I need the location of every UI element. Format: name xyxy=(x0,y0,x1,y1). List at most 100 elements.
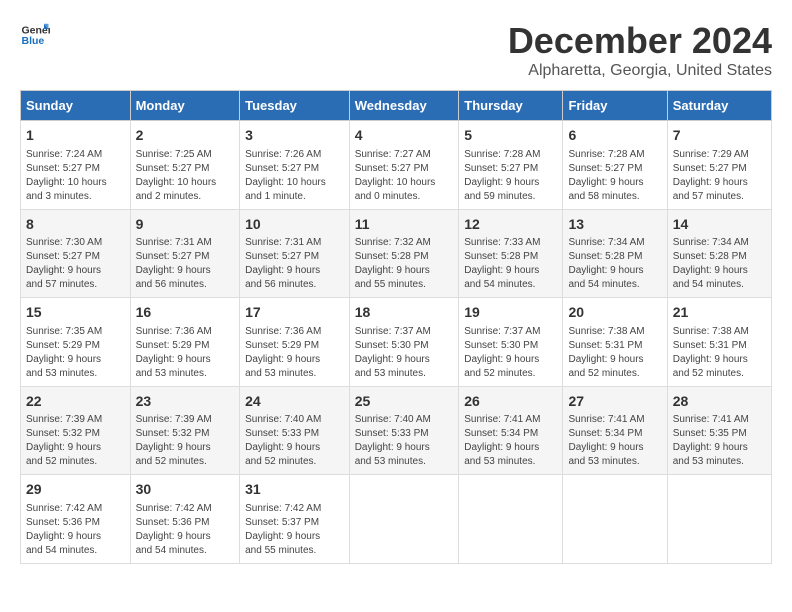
title-area: December 2024 Alpharetta, Georgia, Unite… xyxy=(508,20,772,80)
calendar-header-row: SundayMondayTuesdayWednesdayThursdayFrid… xyxy=(21,91,772,121)
day-number: 3 xyxy=(245,126,344,146)
calendar-cell: 27Sunrise: 7:41 AM Sunset: 5:34 PM Dayli… xyxy=(563,386,667,475)
calendar-cell: 7Sunrise: 7:29 AM Sunset: 5:27 PM Daylig… xyxy=(667,121,771,210)
calendar-cell xyxy=(459,475,563,564)
calendar-body: 1Sunrise: 7:24 AM Sunset: 5:27 PM Daylig… xyxy=(21,121,772,564)
calendar-cell: 6Sunrise: 7:28 AM Sunset: 5:27 PM Daylig… xyxy=(563,121,667,210)
day-number: 28 xyxy=(673,392,766,412)
calendar-cell: 28Sunrise: 7:41 AM Sunset: 5:35 PM Dayli… xyxy=(667,386,771,475)
day-number: 7 xyxy=(673,126,766,146)
day-info: Sunrise: 7:31 AM Sunset: 5:27 PM Dayligh… xyxy=(136,236,235,292)
calendar-cell: 29Sunrise: 7:42 AM Sunset: 5:36 PM Dayli… xyxy=(21,475,131,564)
day-number: 4 xyxy=(355,126,454,146)
day-number: 8 xyxy=(26,215,125,235)
week-row-4: 22Sunrise: 7:39 AM Sunset: 5:32 PM Dayli… xyxy=(21,386,772,475)
calendar-cell xyxy=(667,475,771,564)
day-number: 29 xyxy=(26,480,125,500)
calendar-cell: 3Sunrise: 7:26 AM Sunset: 5:27 PM Daylig… xyxy=(240,121,350,210)
day-header-sunday: Sunday xyxy=(21,91,131,121)
week-row-1: 1Sunrise: 7:24 AM Sunset: 5:27 PM Daylig… xyxy=(21,121,772,210)
logo: General Blue xyxy=(20,20,50,50)
day-number: 13 xyxy=(568,215,661,235)
day-number: 31 xyxy=(245,480,344,500)
calendar-cell: 31Sunrise: 7:42 AM Sunset: 5:37 PM Dayli… xyxy=(240,475,350,564)
calendar-cell: 4Sunrise: 7:27 AM Sunset: 5:27 PM Daylig… xyxy=(349,121,459,210)
day-header-friday: Friday xyxy=(563,91,667,121)
week-row-3: 15Sunrise: 7:35 AM Sunset: 5:29 PM Dayli… xyxy=(21,298,772,387)
day-info: Sunrise: 7:26 AM Sunset: 5:27 PM Dayligh… xyxy=(245,148,344,204)
calendar-cell: 11Sunrise: 7:32 AM Sunset: 5:28 PM Dayli… xyxy=(349,209,459,298)
day-info: Sunrise: 7:38 AM Sunset: 5:31 PM Dayligh… xyxy=(673,325,766,381)
day-header-wednesday: Wednesday xyxy=(349,91,459,121)
calendar-cell: 5Sunrise: 7:28 AM Sunset: 5:27 PM Daylig… xyxy=(459,121,563,210)
day-info: Sunrise: 7:42 AM Sunset: 5:37 PM Dayligh… xyxy=(245,502,344,558)
calendar-cell: 1Sunrise: 7:24 AM Sunset: 5:27 PM Daylig… xyxy=(21,121,131,210)
day-number: 5 xyxy=(464,126,557,146)
day-info: Sunrise: 7:28 AM Sunset: 5:27 PM Dayligh… xyxy=(568,148,661,204)
calendar-cell: 12Sunrise: 7:33 AM Sunset: 5:28 PM Dayli… xyxy=(459,209,563,298)
day-header-monday: Monday xyxy=(130,91,240,121)
day-number: 27 xyxy=(568,392,661,412)
calendar-table: SundayMondayTuesdayWednesdayThursdayFrid… xyxy=(20,90,772,564)
logo-icon: General Blue xyxy=(20,20,50,50)
day-info: Sunrise: 7:34 AM Sunset: 5:28 PM Dayligh… xyxy=(568,236,661,292)
day-info: Sunrise: 7:31 AM Sunset: 5:27 PM Dayligh… xyxy=(245,236,344,292)
calendar-cell: 25Sunrise: 7:40 AM Sunset: 5:33 PM Dayli… xyxy=(349,386,459,475)
day-number: 18 xyxy=(355,303,454,323)
day-number: 2 xyxy=(136,126,235,146)
day-info: Sunrise: 7:32 AM Sunset: 5:28 PM Dayligh… xyxy=(355,236,454,292)
day-info: Sunrise: 7:40 AM Sunset: 5:33 PM Dayligh… xyxy=(355,413,454,469)
calendar-cell: 18Sunrise: 7:37 AM Sunset: 5:30 PM Dayli… xyxy=(349,298,459,387)
day-header-tuesday: Tuesday xyxy=(240,91,350,121)
day-number: 11 xyxy=(355,215,454,235)
day-number: 16 xyxy=(136,303,235,323)
day-number: 30 xyxy=(136,480,235,500)
calendar-cell xyxy=(349,475,459,564)
day-info: Sunrise: 7:33 AM Sunset: 5:28 PM Dayligh… xyxy=(464,236,557,292)
day-header-thursday: Thursday xyxy=(459,91,563,121)
calendar-cell: 8Sunrise: 7:30 AM Sunset: 5:27 PM Daylig… xyxy=(21,209,131,298)
week-row-2: 8Sunrise: 7:30 AM Sunset: 5:27 PM Daylig… xyxy=(21,209,772,298)
day-number: 10 xyxy=(245,215,344,235)
calendar-cell: 30Sunrise: 7:42 AM Sunset: 5:36 PM Dayli… xyxy=(130,475,240,564)
calendar-subtitle: Alpharetta, Georgia, United States xyxy=(508,62,772,80)
day-number: 14 xyxy=(673,215,766,235)
calendar-title: December 2024 xyxy=(508,20,772,62)
calendar-cell: 14Sunrise: 7:34 AM Sunset: 5:28 PM Dayli… xyxy=(667,209,771,298)
day-number: 23 xyxy=(136,392,235,412)
day-info: Sunrise: 7:24 AM Sunset: 5:27 PM Dayligh… xyxy=(26,148,125,204)
day-number: 25 xyxy=(355,392,454,412)
day-number: 20 xyxy=(568,303,661,323)
day-number: 6 xyxy=(568,126,661,146)
calendar-cell: 13Sunrise: 7:34 AM Sunset: 5:28 PM Dayli… xyxy=(563,209,667,298)
day-info: Sunrise: 7:38 AM Sunset: 5:31 PM Dayligh… xyxy=(568,325,661,381)
calendar-cell: 9Sunrise: 7:31 AM Sunset: 5:27 PM Daylig… xyxy=(130,209,240,298)
day-number: 17 xyxy=(245,303,344,323)
day-info: Sunrise: 7:39 AM Sunset: 5:32 PM Dayligh… xyxy=(26,413,125,469)
calendar-cell: 17Sunrise: 7:36 AM Sunset: 5:29 PM Dayli… xyxy=(240,298,350,387)
calendar-cell: 26Sunrise: 7:41 AM Sunset: 5:34 PM Dayli… xyxy=(459,386,563,475)
calendar-cell: 19Sunrise: 7:37 AM Sunset: 5:30 PM Dayli… xyxy=(459,298,563,387)
day-number: 26 xyxy=(464,392,557,412)
calendar-cell: 22Sunrise: 7:39 AM Sunset: 5:32 PM Dayli… xyxy=(21,386,131,475)
day-info: Sunrise: 7:41 AM Sunset: 5:35 PM Dayligh… xyxy=(673,413,766,469)
day-info: Sunrise: 7:29 AM Sunset: 5:27 PM Dayligh… xyxy=(673,148,766,204)
calendar-cell: 15Sunrise: 7:35 AM Sunset: 5:29 PM Dayli… xyxy=(21,298,131,387)
calendar-cell xyxy=(563,475,667,564)
calendar-cell: 2Sunrise: 7:25 AM Sunset: 5:27 PM Daylig… xyxy=(130,121,240,210)
day-number: 21 xyxy=(673,303,766,323)
day-number: 1 xyxy=(26,126,125,146)
day-info: Sunrise: 7:42 AM Sunset: 5:36 PM Dayligh… xyxy=(26,502,125,558)
day-info: Sunrise: 7:37 AM Sunset: 5:30 PM Dayligh… xyxy=(464,325,557,381)
calendar-cell: 23Sunrise: 7:39 AM Sunset: 5:32 PM Dayli… xyxy=(130,386,240,475)
page-header: General Blue December 2024 Alpharetta, G… xyxy=(20,20,772,80)
day-number: 9 xyxy=(136,215,235,235)
day-info: Sunrise: 7:28 AM Sunset: 5:27 PM Dayligh… xyxy=(464,148,557,204)
day-info: Sunrise: 7:40 AM Sunset: 5:33 PM Dayligh… xyxy=(245,413,344,469)
day-number: 24 xyxy=(245,392,344,412)
day-info: Sunrise: 7:41 AM Sunset: 5:34 PM Dayligh… xyxy=(464,413,557,469)
day-number: 12 xyxy=(464,215,557,235)
day-info: Sunrise: 7:39 AM Sunset: 5:32 PM Dayligh… xyxy=(136,413,235,469)
day-info: Sunrise: 7:42 AM Sunset: 5:36 PM Dayligh… xyxy=(136,502,235,558)
day-info: Sunrise: 7:35 AM Sunset: 5:29 PM Dayligh… xyxy=(26,325,125,381)
